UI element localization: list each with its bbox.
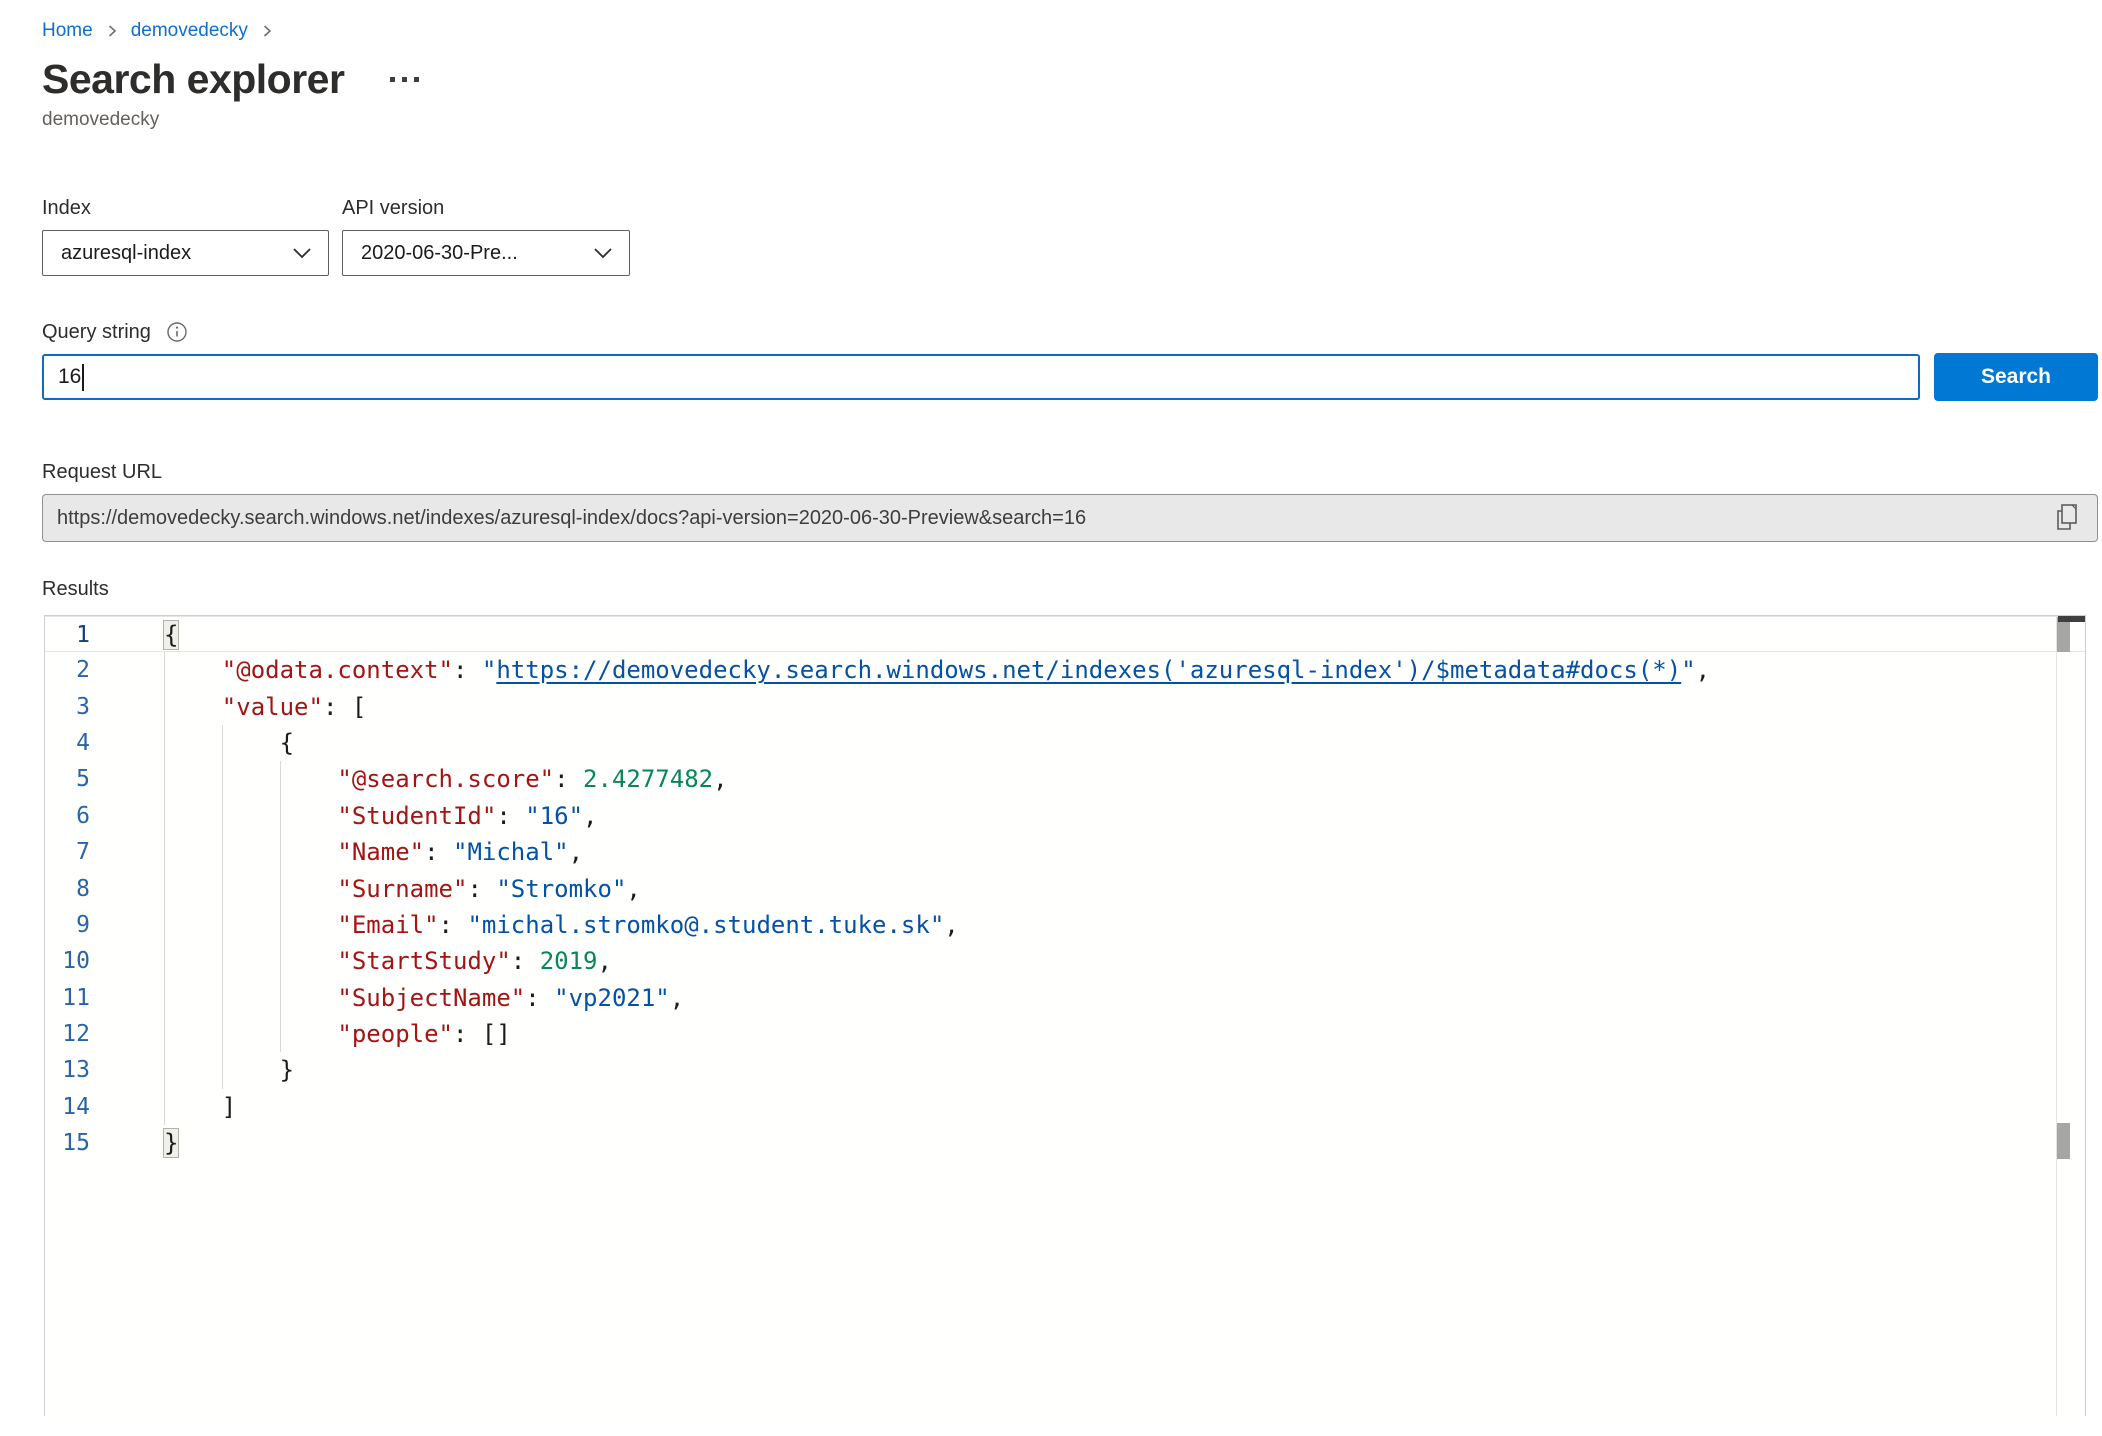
scrollbar-thumb[interactable] xyxy=(2057,617,2070,652)
line-number: 6 xyxy=(45,798,164,834)
scrollbar-thumb[interactable] xyxy=(2057,1123,2070,1159)
editor-line: 7"Name": "Michal", xyxy=(45,834,2085,870)
line-number: 11 xyxy=(45,980,164,1016)
index-select-value: azuresql-index xyxy=(61,242,191,265)
line-number: 7 xyxy=(45,834,164,870)
api-version-select-value: 2020-06-30-Pre... xyxy=(361,242,518,265)
search-button[interactable]: Search xyxy=(1934,353,2098,401)
editor-line: 4{ xyxy=(45,725,2085,761)
api-version-label: API version xyxy=(342,197,444,220)
editor-line: 10"StartStudy": 2019, xyxy=(45,943,2085,979)
chevron-right-icon xyxy=(260,24,274,38)
page-subtitle: demovedecky xyxy=(42,109,2098,131)
info-icon[interactable] xyxy=(165,320,189,344)
more-actions-button[interactable] xyxy=(388,71,421,88)
line-number: 3 xyxy=(45,689,164,725)
editor-line: 14] xyxy=(45,1089,2085,1125)
chevron-right-icon xyxy=(105,24,119,38)
query-input-value: 16 xyxy=(58,365,81,389)
line-number: 13 xyxy=(45,1052,164,1088)
text-cursor xyxy=(82,364,84,391)
search-explorer-page: Home demovedecky Search explorer demoved… xyxy=(0,0,2102,1436)
results-editor[interactable]: 1{2"@odata.context": "https://demovedeck… xyxy=(44,615,2086,1416)
editor-line: 6"StudentId": "16", xyxy=(45,798,2085,834)
editor-line: 11"SubjectName": "vp2021", xyxy=(45,980,2085,1016)
results-label: Results xyxy=(42,578,2098,601)
line-number: 4 xyxy=(45,725,164,761)
index-label: Index xyxy=(42,197,342,220)
api-version-select[interactable]: 2020-06-30-Pre... xyxy=(342,230,630,276)
breadcrumb-home-link[interactable]: Home xyxy=(42,20,93,42)
copy-icon[interactable] xyxy=(2053,501,2083,535)
query-input[interactable]: 16 xyxy=(42,354,1920,400)
page-title: Search explorer xyxy=(42,56,344,103)
scrollbar-track xyxy=(2056,616,2057,1416)
editor-line: 2"@odata.context": "https://demovedecky.… xyxy=(45,652,2085,688)
line-number: 2 xyxy=(45,652,164,688)
line-number: 12 xyxy=(45,1016,164,1052)
chevron-down-icon xyxy=(292,247,312,259)
editor-line: 1{ xyxy=(45,616,2085,652)
line-number: 9 xyxy=(45,907,164,943)
results-editor-lines: 1{2"@odata.context": "https://demovedeck… xyxy=(45,616,2085,1161)
chevron-down-icon xyxy=(593,247,613,259)
line-number: 1 xyxy=(45,617,164,651)
line-number: 14 xyxy=(45,1089,164,1125)
line-number: 15 xyxy=(45,1125,164,1161)
line-number: 8 xyxy=(45,871,164,907)
request-url-field[interactable]: https://demovedecky.search.windows.net/i… xyxy=(42,494,2098,542)
editor-line: 3"value": [ xyxy=(45,689,2085,725)
editor-line: 9"Email": "michal.stromko@.student.tuke.… xyxy=(45,907,2085,943)
breadcrumb-demovedecky-link[interactable]: demovedecky xyxy=(131,20,248,42)
index-select[interactable]: azuresql-index xyxy=(42,230,329,276)
overview-ruler-cursor-mark xyxy=(2058,616,2085,622)
request-url-label: Request URL xyxy=(42,461,2098,484)
query-string-label: Query string xyxy=(42,321,151,344)
editor-line: 13} xyxy=(45,1052,2085,1088)
request-url-value: https://demovedecky.search.windows.net/i… xyxy=(57,507,2053,530)
line-number: 5 xyxy=(45,761,164,797)
line-number: 10 xyxy=(45,943,164,979)
editor-line: 8"Surname": "Stromko", xyxy=(45,871,2085,907)
editor-line: 12"people": [] xyxy=(45,1016,2085,1052)
breadcrumb: Home demovedecky xyxy=(42,18,2098,44)
editor-line: 5"@search.score": 2.4277482, xyxy=(45,761,2085,797)
editor-line: 15} xyxy=(45,1125,2085,1161)
